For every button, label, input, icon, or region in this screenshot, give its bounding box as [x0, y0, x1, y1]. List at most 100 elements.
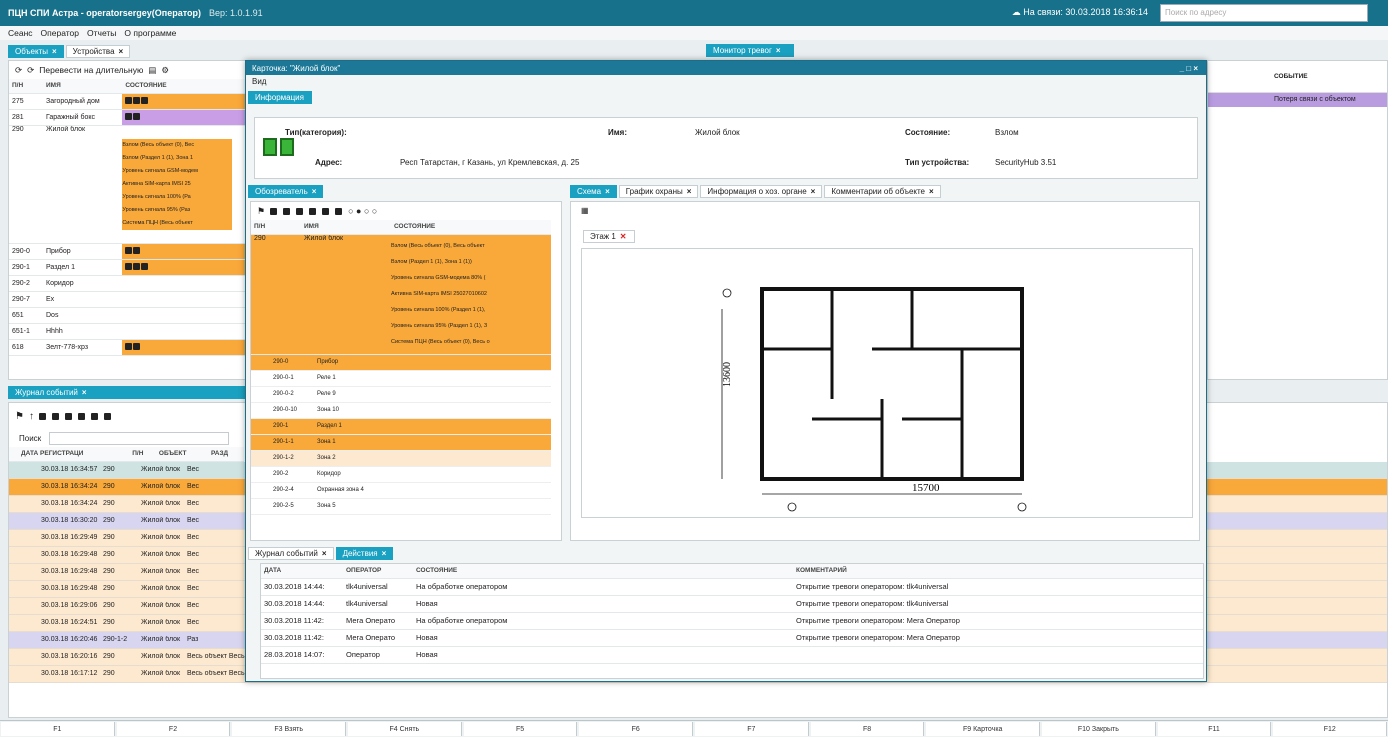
table-row[interactable]: 30.03.2018 14:44: tlk4universal На обработ… [261, 579, 1203, 596]
cell-extra: Вес [187, 602, 200, 609]
menu-reports[interactable]: Отчеты [87, 28, 116, 38]
cell-num: 290-2-4 [273, 487, 294, 493]
table-row[interactable]: 290-1 Раздел 1 [9, 259, 247, 276]
table-row[interactable]: 290-2 Коридор [251, 467, 551, 483]
tab-devices[interactable]: Устройства × [65, 44, 131, 58]
table-row[interactable]: 290-7 Ex [9, 291, 247, 308]
table-row[interactable]: 290-0-1 Реле 1 [251, 371, 551, 387]
card-title-bar: Карточка: "Жилой блок" _ □ × [246, 61, 1206, 75]
fkey-button-5[interactable]: F5 [463, 722, 578, 736]
table-row[interactable]: 290-0 Прибор [251, 354, 551, 371]
cell-date: 30.03.18 16:29:48 [41, 568, 98, 575]
filter-icon[interactable]: ⚑ [15, 411, 24, 422]
table-row[interactable]: 618 Зелт-778-хрз [9, 339, 247, 356]
tab-browser[interactable]: Обозреватель × [248, 185, 324, 198]
scheme-view-icon[interactable]: ▦ [571, 202, 1199, 222]
cell-obj: Жилой блок [141, 585, 181, 592]
browser-table: П/Н ИМЯ СОСТОЯНИЕ 290 Жилой блок Взлом (Вес… [251, 220, 551, 355]
fkey-button-4[interactable]: F4 Снять [348, 722, 462, 736]
fkey-button-7[interactable]: F7 [695, 722, 809, 736]
app-version: Вер: 1.0.1.91 [209, 8, 263, 18]
table-row[interactable]: 30.03.2018 11:42: Мега Операто На обработк… [261, 613, 1203, 630]
tab-card-journal[interactable]: Журнал событий × [248, 547, 334, 560]
card-info-block: Тип(категория): Имя: Жилой блок Состояни… [254, 117, 1198, 179]
cell-date: 30.03.18 16:34:57 [41, 466, 98, 473]
floor-plan[interactable]: 15700 13600 [581, 248, 1193, 518]
tab-event-journal[interactable]: Журнал событий × [8, 386, 246, 399]
cell-num: 290 [103, 517, 115, 524]
cell-obj: Жилой блок [141, 517, 181, 524]
cell-date: 30.03.2018 11:42: [264, 616, 324, 625]
cell-num: 290-1-1 [273, 439, 294, 445]
table-row[interactable]: 290 Жилой блок Взлом (Весь объект (0), Ве… [251, 234, 551, 355]
cell-op: Мега Операто [346, 633, 396, 642]
table-row[interactable]: 30.03.2018 14:44: tlk4universal Новая Откры… [261, 596, 1203, 613]
tab-owner-info[interactable]: Информация о хоз. органе × [700, 185, 823, 198]
tab-comments[interactable]: Комментарии об объекте × [824, 185, 941, 198]
tab-information[interactable]: Информация [248, 91, 312, 104]
card-menu-view[interactable]: Вид [246, 75, 1206, 89]
transfer-button[interactable]: Перевести на длительную [39, 65, 143, 75]
table-row[interactable]: 290-1-1 Зона 1 [251, 434, 551, 451]
fkey-button-10[interactable]: F10 Закрыть [1042, 722, 1156, 736]
cell-num: 290-1-2 [273, 455, 294, 461]
cell-extra: Вес [187, 585, 200, 592]
fkey-button-3[interactable]: F3 Взять [232, 722, 347, 736]
tab-scheme[interactable]: Схема × [570, 185, 617, 198]
fkey-button-2[interactable]: F2 [116, 722, 231, 736]
menu-about[interactable]: О программе [124, 28, 176, 38]
cell-num: 290 [103, 602, 115, 609]
table-row[interactable]: 290 Жилой блок Взлом (Весь объект (0), Ве… [9, 125, 247, 244]
tab-guard-schedule[interactable]: График охраны × [618, 185, 699, 198]
fkey-button-1[interactable]: F1 [1, 722, 115, 736]
tab-actions[interactable]: Действия × [335, 547, 394, 560]
cell-comment: Открытие тревоги оператором: tlk4univers… [796, 599, 949, 608]
window-controls[interactable]: _ □ × [1180, 64, 1198, 73]
menu-session[interactable]: Сеанс [8, 28, 33, 38]
table-row[interactable]: 30.03.2018 11:42: Мега Операто Новая Открыт… [261, 630, 1203, 647]
table-row[interactable]: 290-2 Коридор [9, 275, 247, 292]
cell-name: Зона 5 [317, 503, 336, 509]
fkey-button-11[interactable]: F11 [1157, 722, 1272, 736]
tab-objects[interactable]: Объекты × [8, 44, 64, 58]
menu-operator[interactable]: Оператор [41, 28, 79, 38]
fkey-button-12[interactable]: F12 [1273, 722, 1388, 736]
journal-search-input[interactable] [49, 431, 230, 445]
cell-comment: Открытие тревоги оператором: Мега Операт… [796, 616, 960, 625]
tab-floor-1[interactable]: Этаж 1 ✕ [583, 230, 635, 243]
cell-name: Реле 9 [317, 391, 336, 397]
refresh-all-icon[interactable]: ⟳ [27, 65, 34, 76]
table-row[interactable]: 290-1-2 Зона 2 [251, 450, 551, 467]
table-row[interactable]: 290-0-2 Реле 9 [251, 387, 551, 403]
cell-date: 30.03.18 16:29:49 [41, 534, 98, 541]
table-row[interactable]: 28.03.2018 14:07: Оператор Новая [261, 647, 1203, 664]
refresh-icon[interactable]: ⟳ [15, 65, 22, 76]
fkey-button-9[interactable]: F9 Карточка [926, 722, 1041, 736]
table-row[interactable]: 281 Гаражный бокс [9, 109, 247, 126]
settings-icon[interactable]: ⚙ [161, 65, 169, 76]
table-row[interactable]: 290-1 Раздел 1 [251, 418, 551, 435]
table-row[interactable]: 275 Загородный дом [9, 93, 247, 110]
table-row[interactable]: 290-0-10 Зона 10 [251, 403, 551, 419]
monitor-event-row[interactable]: Потеря связи с объектом [1208, 93, 1387, 107]
table-row[interactable]: 290-2-4 Охранная зона 4 [251, 483, 551, 499]
table-row[interactable]: 651-1 Hhhh [9, 323, 247, 340]
cell-date: 28.03.2018 14:07: [264, 650, 325, 659]
scheme-panel: ▦ Этаж 1 ✕ 15700 13600 [570, 201, 1200, 541]
cell-name: Зона 10 [317, 407, 339, 413]
cell-obj: Жилой блок [141, 653, 181, 660]
sort-icon[interactable]: ↑ [29, 411, 34, 422]
address-search-input[interactable]: Поиск по адресу [1160, 4, 1368, 22]
fkey-button-6[interactable]: F6 [579, 722, 694, 736]
table-row[interactable]: 290-2-5 Зона 5 [251, 499, 551, 515]
tab-alarm-monitor[interactable]: Монитор тревог × [706, 44, 794, 57]
menu-bar: Сеанс Оператор Отчеты О программе [0, 26, 1388, 40]
filter-icon[interactable]: ▤ [148, 65, 156, 76]
fkey-button-8[interactable]: F8 [810, 722, 925, 736]
filter-icon[interactable]: ⚑ [257, 206, 265, 217]
table-row[interactable]: 651 Dos [9, 307, 247, 324]
cell-num: 290 [103, 466, 115, 473]
table-row[interactable]: 290-0 Прибор [9, 243, 247, 260]
cell-num: 290-0-10 [273, 407, 298, 413]
cell-state: На обработке оператором [416, 616, 508, 625]
